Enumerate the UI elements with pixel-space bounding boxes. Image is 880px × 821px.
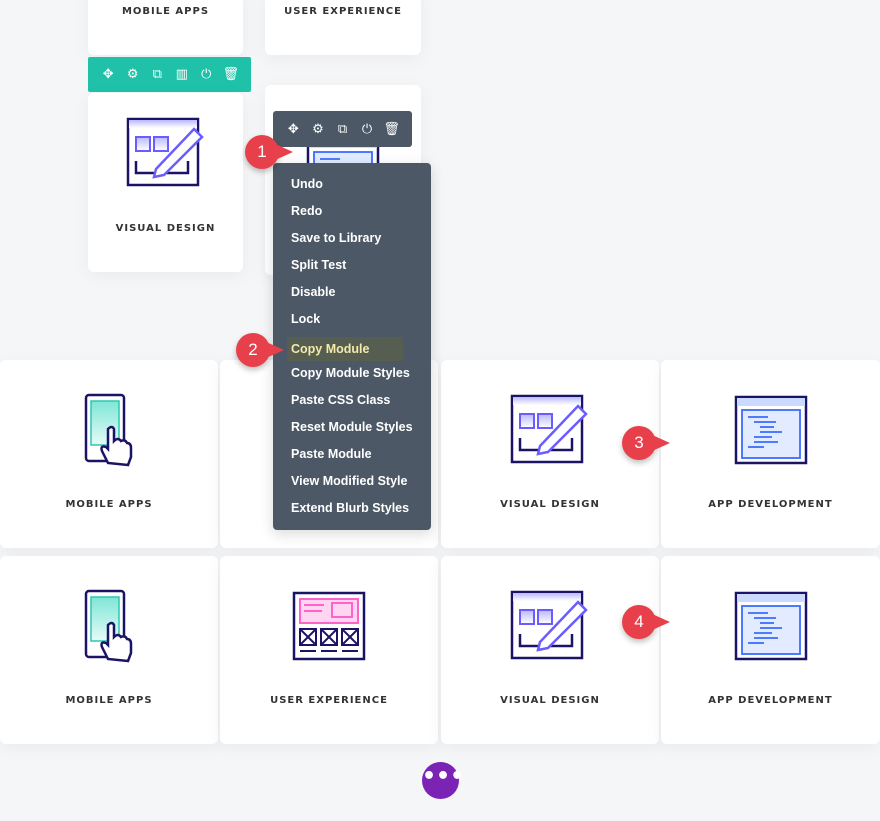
card-label: USER EXPERIENCE xyxy=(284,6,402,17)
context-menu: Undo Redo Save to Library Split Test Disable… xyxy=(273,163,431,530)
duplicate-icon[interactable]: ⧉ xyxy=(147,67,167,82)
menu-item-view-modified-style[interactable]: View Modified Style xyxy=(273,472,431,499)
menu-item-paste-css-class[interactable]: Paste CSS Class xyxy=(273,391,431,418)
step-badge-1: 1 xyxy=(245,135,293,169)
card-label: APP DEVELOPMENT xyxy=(708,695,833,706)
app-development-icon xyxy=(734,395,808,465)
menu-item-redo[interactable]: Redo xyxy=(273,202,431,229)
mobile-apps-icon xyxy=(84,589,134,663)
card-label: MOBILE APPS xyxy=(65,499,153,510)
step-badge-2: 2 xyxy=(236,333,284,367)
delete-icon[interactable]: 🗑 xyxy=(382,122,402,137)
menu-item-lock[interactable]: Lock xyxy=(273,310,431,337)
columns-icon[interactable]: ▥ xyxy=(172,67,192,82)
menu-item-copy-module[interactable]: Copy Module xyxy=(287,337,403,361)
menu-item-reset-module-styles[interactable]: Reset Module Styles xyxy=(273,418,431,445)
move-icon[interactable]: ✥ xyxy=(98,67,118,82)
blurb-card[interactable]: MOBILE APPS xyxy=(0,360,218,548)
step-badge-3: 3 xyxy=(622,426,670,460)
top-card-mobile-apps[interactable]: MOBILE APPS xyxy=(88,0,243,55)
card-label: VISUAL DESIGN xyxy=(500,695,600,706)
menu-item-paste-module[interactable]: Paste Module xyxy=(273,445,431,472)
blurb-card[interactable]: APP DEVELOPMENT xyxy=(661,556,880,744)
save-icon[interactable]: ⏻ xyxy=(196,67,216,82)
menu-item-split-test[interactable]: Split Test xyxy=(273,256,431,283)
move-icon[interactable]: ✥ xyxy=(283,122,303,137)
delete-icon[interactable]: 🗑 xyxy=(221,67,241,82)
menu-item-disable[interactable]: Disable xyxy=(273,283,431,310)
blurb-card[interactable]: MOBILE APPS xyxy=(0,556,218,744)
settings-icon[interactable]: ⚙ xyxy=(308,122,328,137)
card-label: VISUAL DESIGN xyxy=(115,223,216,234)
more-options-button[interactable]: ••• xyxy=(422,762,464,799)
app-development-icon xyxy=(734,591,808,661)
menu-item-copy-module-styles[interactable]: Copy Module Styles xyxy=(273,364,431,391)
settings-icon[interactable]: ⚙ xyxy=(123,67,143,82)
menu-item-save-to-library[interactable]: Save to Library xyxy=(273,229,431,256)
step-badge-4: 4 xyxy=(622,605,670,639)
row-toolbar: ✥ ⚙ ⧉ ▥ ⏻ 🗑 xyxy=(88,57,251,92)
module-toolbar: ✥ ⚙ ⧉ ⏻ 🗑 xyxy=(273,111,412,147)
blurb-card[interactable]: USER EXPERIENCE xyxy=(220,556,438,744)
blurb-card[interactable]: APP DEVELOPMENT xyxy=(661,360,880,548)
card-label: MOBILE APPS xyxy=(121,6,210,17)
top-card-user-experience[interactable]: USER EXPERIENCE xyxy=(265,0,421,55)
menu-item-extend-blurb-styles[interactable]: Extend Blurb Styles xyxy=(273,499,431,526)
visual-design-icon xyxy=(510,394,590,466)
card-label: USER EXPERIENCE xyxy=(270,695,388,706)
visual-design-icon xyxy=(510,590,590,662)
save-icon[interactable]: ⏻ xyxy=(357,122,377,137)
card-label: MOBILE APPS xyxy=(65,695,153,706)
card-label: APP DEVELOPMENT xyxy=(708,499,833,510)
user-experience-icon xyxy=(292,591,366,661)
card-label: VISUAL DESIGN xyxy=(500,499,600,510)
visual-design-icon xyxy=(126,117,206,189)
duplicate-icon[interactable]: ⧉ xyxy=(332,122,352,137)
mobile-apps-icon xyxy=(84,393,134,467)
menu-item-undo[interactable]: Undo xyxy=(273,175,431,202)
blurb-card[interactable]: VISUAL DESIGN xyxy=(441,556,659,744)
visual-design-card[interactable]: VISUAL DESIGN xyxy=(88,93,243,272)
